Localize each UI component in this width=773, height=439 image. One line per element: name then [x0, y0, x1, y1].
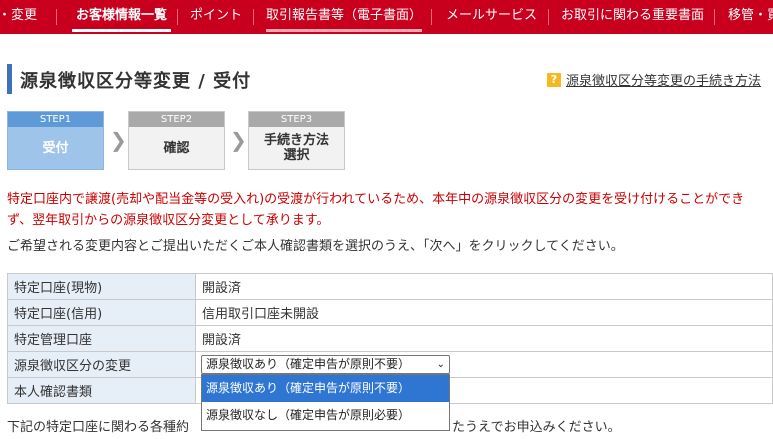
terms-note-right: たうえでお申込みください。	[452, 420, 621, 435]
nav-divider	[177, 9, 178, 25]
withholding-change-warning: 特定口座内で譲渡(売却や配当金等の受入れ)の受渡が行われているため、本年中の源泉…	[7, 192, 745, 228]
nav-divider	[714, 9, 715, 25]
step-1-accept: STEP1 受付	[7, 111, 104, 170]
question-icon: ?	[546, 72, 561, 87]
nav-item-transfer[interactable]: 移管・買	[728, 0, 773, 34]
step-3-procedure-method: STEP3 手続き方法 選択	[248, 111, 345, 170]
top-navigation: ・変更 お客様情報一覧 ポイント 取引報告書等（電子書面） メールサービス お取…	[0, 0, 773, 34]
step-2-confirm: STEP2 確認	[128, 111, 225, 170]
option-withholding-no[interactable]: 源泉徴収なし（確定申告が原則必要）	[202, 402, 449, 429]
row-value: 開設済	[195, 273, 773, 300]
step-label: STEP3	[249, 112, 344, 127]
row-header: 特定口座(信用)	[7, 299, 196, 326]
nav-item-address-change[interactable]: ・変更	[0, 0, 37, 34]
option-withholding-yes[interactable]: 源泉徴収あり（確定申告が原則不要）	[202, 375, 449, 402]
row-header: 特定口座(現物)	[7, 273, 196, 300]
nav-item-points[interactable]: ポイント	[190, 0, 242, 34]
step-name: 確認	[163, 140, 190, 156]
nav-divider	[56, 9, 57, 25]
row-value: 開設済	[195, 325, 773, 352]
chevron-down-icon: ⌄	[436, 359, 445, 370]
nav-item-mail-service[interactable]: メールサービス	[446, 0, 537, 34]
help-link-text[interactable]: 源泉徴収区分等変更の手続き方法	[566, 70, 761, 89]
table-row: 特定口座(現物) 開設済	[7, 273, 773, 300]
step-name: 受付	[42, 140, 69, 156]
instruction-text: ご希望される変更内容とご提出いただくご本人確認書類を選択のうえ、「次へ」をクリッ…	[7, 239, 624, 254]
nav-divider	[253, 9, 254, 25]
table-row: 特定管理口座 開設済	[7, 325, 773, 352]
nav-item-important-documents[interactable]: お取引に関わる重要書面	[561, 0, 704, 34]
nav-item-trade-reports[interactable]: 取引報告書等（電子書面）	[266, 0, 423, 34]
step-label: STEP2	[129, 112, 224, 127]
row-value: 信用取引口座未開設	[195, 299, 773, 326]
row-header: 本人確認書類	[7, 377, 196, 404]
select-value: 源泉徴収あり（確定申告が原則不要）	[206, 357, 411, 371]
step-label: STEP1	[8, 112, 103, 127]
nav-item-customer-info[interactable]: お客様情報一覧	[71, 0, 172, 34]
chevron-right-icon: ❯	[230, 128, 247, 152]
row-header: 源泉徴収区分の変更	[7, 351, 196, 378]
nav-divider	[548, 9, 549, 25]
nav-divider	[431, 9, 432, 25]
step-name: 手続き方法 選択	[263, 133, 329, 163]
page-title-accent	[7, 64, 12, 94]
row-header: 特定管理口座	[7, 325, 196, 352]
table-row: 特定口座(信用) 信用取引口座未開設	[7, 299, 773, 326]
withholding-dropdown-list: 源泉徴収あり（確定申告が原則不要） 源泉徴収なし（確定申告が原則必要）	[201, 374, 450, 431]
procedure-help-link[interactable]: ? 源泉徴収区分等変更の手続き方法	[546, 70, 761, 89]
page-title: 源泉徴収区分等変更 / 受付	[20, 71, 252, 92]
terms-note-left: 下記の特定口座に関わる各種約	[7, 420, 190, 435]
chevron-right-icon: ❯	[110, 128, 127, 152]
withholding-select[interactable]: 源泉徴収あり（確定申告が原則不要） ⌄	[201, 355, 450, 374]
